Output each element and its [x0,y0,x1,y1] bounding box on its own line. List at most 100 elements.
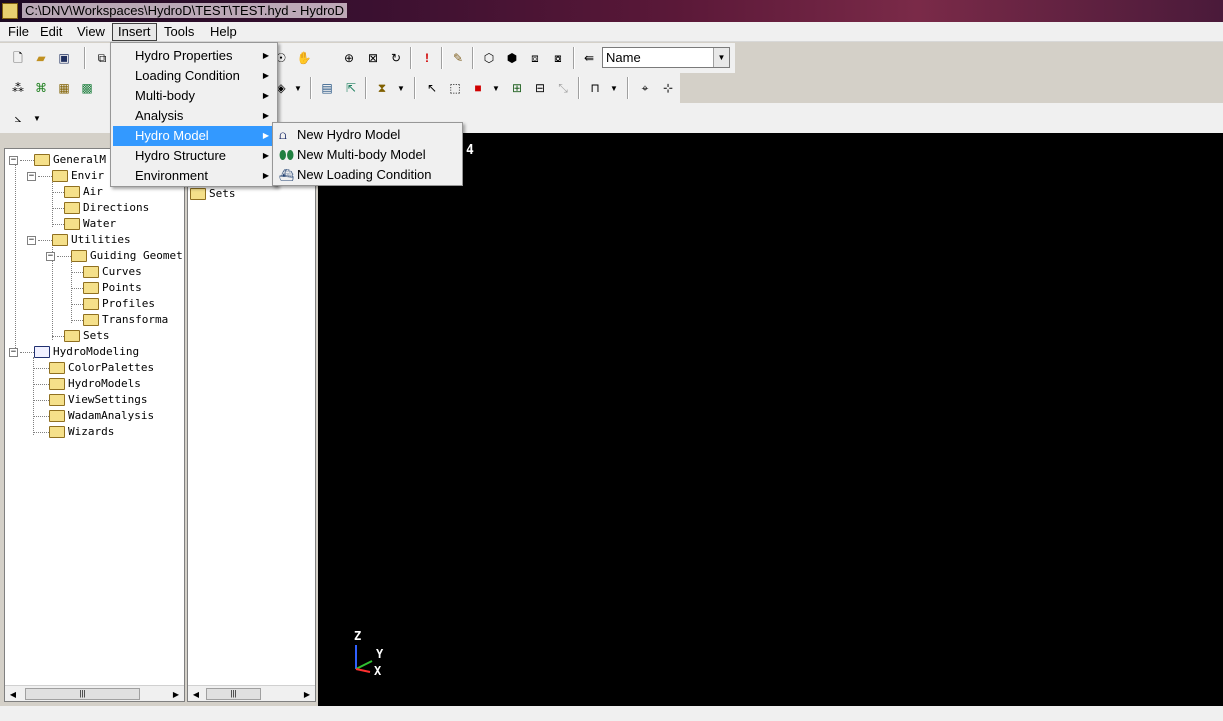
measure-icon[interactable]: ⊓ [586,79,604,97]
tree-item-curves[interactable]: Curves [71,264,142,280]
pick-icon[interactable]: ⤡ [554,79,572,97]
menu-item-environment[interactable]: Environment ▶ [113,166,275,186]
collapse-icon[interactable]: − [27,171,36,181]
menu-item-multi-body[interactable]: Multi-body ▶ [113,86,275,106]
app-icon [2,3,18,19]
nodes-icon[interactable]: ⁂ [9,79,27,97]
scroll-right-icon[interactable]: ▶ [168,686,184,702]
menu-edit[interactable]: Edit [35,23,67,41]
zoom-box-icon[interactable]: ⊕ [340,49,358,67]
list-item-sets[interactable]: Sets [190,186,236,202]
folder-icon [52,170,68,182]
menu-item-hydro-structure[interactable]: Hydro Structure ▶ [113,146,275,166]
hourglass-icon[interactable]: ⧗ [373,79,391,97]
tree-view: − GeneralM − Envir Air Directions Water − U… [5,149,184,683]
tree-item-points[interactable]: Points [71,280,142,296]
label-type-select[interactable]: Name ▼ [602,47,730,68]
select-all-icon[interactable]: ⊞ [508,79,526,97]
chevron-down-icon[interactable]: ▼ [396,79,406,97]
collapse-icon[interactable]: − [27,235,36,245]
tree-item-air[interactable]: Air [52,184,103,200]
menu-item-new-multi-body-model[interactable]: ⬮⬮ New Multi-body Model [275,145,460,165]
collapse-icon[interactable]: − [46,251,55,261]
collapse-icon[interactable]: − [9,347,18,357]
chevron-down-icon[interactable]: ▼ [32,109,42,127]
menu-item-new-hydro-model[interactable]: ⩍ New Hydro Model [275,125,460,145]
label-icon[interactable]: ⇚ [580,49,598,67]
panel-horizontal-scrollbar[interactable]: ◀ ||| ▶ [188,685,315,701]
tree-item-water[interactable]: Water [52,216,116,232]
tree-horizontal-scrollbar[interactable]: ◀ ||| ▶ [5,685,184,701]
rotate-icon[interactable]: ↻ [387,49,405,67]
tree-item-guiding-geometry[interactable]: − Guiding Geomet [46,248,183,264]
cube-delete-icon[interactable]: ⧇ [549,49,567,67]
tree-item-profiles[interactable]: Profiles [71,296,155,312]
tree-item-hydromodeling[interactable]: − HydroModeling [9,344,139,360]
cube-move-icon[interactable]: ⬢ [503,49,521,67]
chevron-down-icon[interactable]: ▼ [491,79,501,97]
grid-icon[interactable]: ▦ [55,79,73,97]
hand-icon[interactable]: ✋ [295,49,313,67]
tree-item-viewsettings[interactable]: ViewSettings [33,392,147,408]
submenu-arrow-icon: ▶ [262,151,269,160]
menu-item-analysis[interactable]: Analysis ▶ [113,106,275,126]
tree-item-sets[interactable]: Sets [52,328,110,344]
folder-icon [83,314,99,326]
chevron-down-icon[interactable]: ▼ [713,48,729,67]
tree-item-generalm[interactable]: − GeneralM [9,152,106,168]
collapse-icon[interactable]: − [9,155,18,165]
chevron-down-icon[interactable]: ▼ [609,79,619,97]
arrange-icon[interactable]: ⊹ [659,79,677,97]
image-icon[interactable]: ▤ [318,79,336,97]
menu-item-hydro-properties[interactable]: Hydro Properties ▶ [113,46,275,66]
menu-help[interactable]: Help [205,23,242,41]
new-file-icon[interactable]: 🗋 [9,49,27,67]
zoom-fit-icon[interactable]: ⊠ [364,49,382,67]
export-icon[interactable]: ⇱ [342,79,360,97]
hydro-model-icon: ⩍ [279,128,287,142]
tree-item-wadamanalysis[interactable]: WadamAnalysis [33,408,154,424]
mesh-icon[interactable]: ⌘ [32,79,50,97]
folder-icon [34,154,50,166]
menu-item-hydro-model[interactable]: Hydro Model ▶ [113,126,275,146]
submenu-arrow-icon: ▶ [262,91,269,100]
scroll-left-icon[interactable]: ◀ [5,686,21,702]
graphics-viewport[interactable]: 4 Z Y X [318,133,1223,706]
select-region-icon[interactable]: ⬚ [446,79,464,97]
select-box-icon[interactable]: ■ [469,79,487,97]
brush-icon[interactable]: ✎ [449,49,467,67]
open-folder-icon[interactable]: ▰ [32,49,50,67]
deselect-icon[interactable]: ⊟ [531,79,549,97]
tree-item-directions[interactable]: Directions [52,200,149,216]
graph-icon[interactable]: ⦣ [9,109,27,127]
tree-item-transformations[interactable]: Transforma [71,312,168,328]
tree-item-hydromodels[interactable]: HydroModels [33,376,141,392]
select-pointer-icon[interactable]: ↖ [423,79,441,97]
scroll-left-icon[interactable]: ◀ [188,686,204,702]
tree-item-wizards[interactable]: Wizards [33,424,114,440]
scrollbar-thumb[interactable]: ||| [206,688,261,700]
scroll-right-icon[interactable]: ▶ [299,686,315,702]
menu-tools[interactable]: Tools [159,23,199,41]
menu-insert[interactable]: Insert [112,23,157,41]
alert-icon[interactable]: ! [418,49,436,67]
chevron-down-icon[interactable]: ▼ [293,79,303,97]
transform-icon[interactable]: ⌖ [636,79,654,97]
cube-copy-icon[interactable]: ⧈ [526,49,544,67]
toolbar-model: ⁂ ⌘ ▦ ▩ ◈ ▼ ▤ ⇱ ⧗ ▼ ↖ ⬚ ■ ▼ ⊞ ⊟ ⤡ ⊓ ▼ ⌖ … [0,73,680,103]
save-icon[interactable]: ▣ [55,49,73,67]
menu-file[interactable]: File [3,23,34,41]
tree-item-utilities[interactable]: − Utilities [27,232,131,248]
cube-icon[interactable]: ⬡ [480,49,498,67]
folder-icon [49,410,65,422]
tree-item-environment[interactable]: − Envir [27,168,104,184]
tree-item-colorpalettes[interactable]: ColorPalettes [33,360,154,376]
menu-item-loading-condition[interactable]: Loading Condition ▶ [113,66,275,86]
copy-icon[interactable]: ⧉ [93,49,111,67]
axis-triad: Z Y X [348,627,398,687]
menu-item-new-loading-condition[interactable]: ⛴ New Loading Condition [275,165,460,185]
menu-view[interactable]: View [72,23,110,41]
table-icon[interactable]: ▩ [78,79,96,97]
scrollbar-thumb[interactable]: ||| [25,688,140,700]
folder-icon [64,218,80,230]
